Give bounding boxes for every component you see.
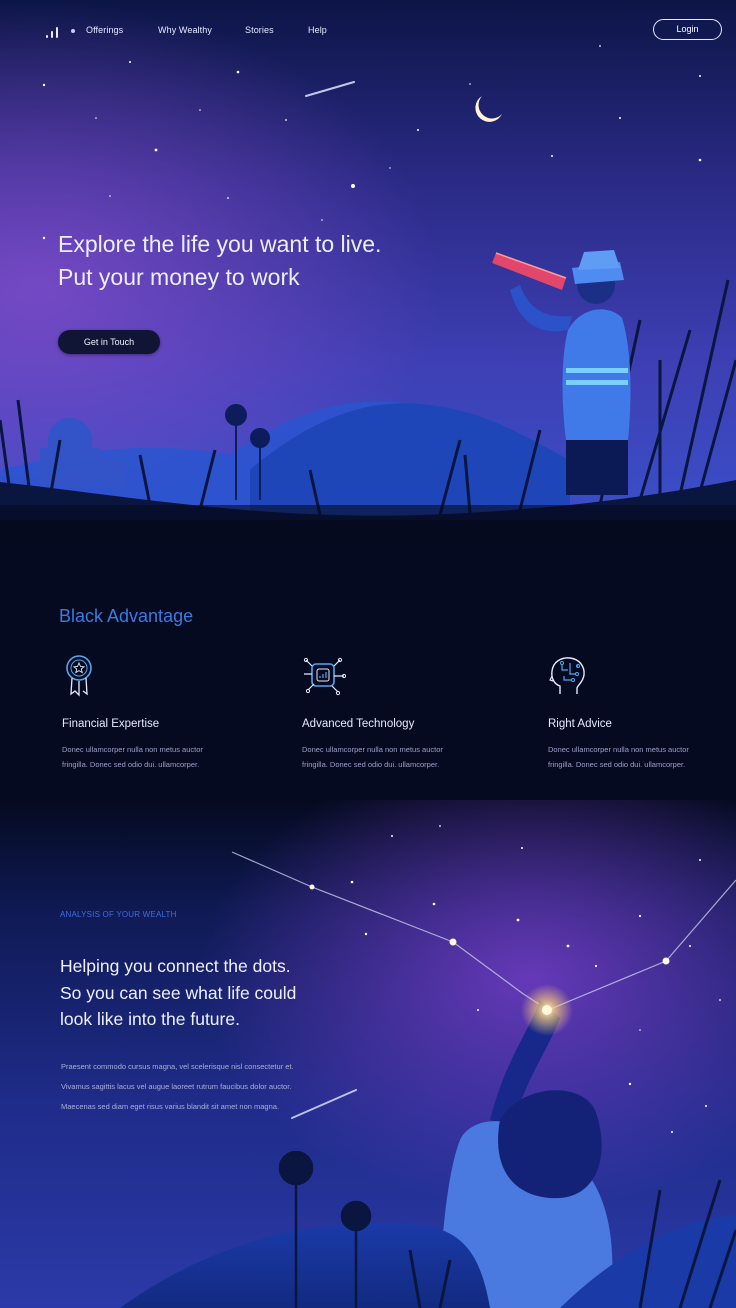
feature-title: Right Advice <box>548 718 612 730</box>
nav-link-help[interactable]: Help <box>308 25 327 35</box>
analysis-body-line: Vivamus sagittis lacus vel augue laoreet… <box>61 1082 292 1091</box>
feature-title: Advanced Technology <box>302 718 415 730</box>
feature-description: Donec ullamcorper nulla non metus auctor… <box>548 745 689 769</box>
hero-title-line: Put your money to work <box>58 264 300 290</box>
analysis-title-line: So you can see what life could <box>60 982 297 1003</box>
brain-head-icon <box>549 657 585 694</box>
analysis-body-line: Maecenas sed diam eget risus varius blan… <box>61 1102 280 1111</box>
feature-title: Financial Expertise <box>62 718 160 730</box>
analysis-title-line: Helping you connect the dots. <box>60 956 291 976</box>
login-button[interactable]: Login <box>653 19 722 40</box>
nav-separator-dot <box>71 29 75 33</box>
nav-link-offerings[interactable]: Offerings <box>86 25 123 35</box>
analysis-title: Helping you connect the dots. So you can… <box>60 953 390 1033</box>
landing-page: Offerings Why Wealthy Stories Help Login… <box>0 0 736 1308</box>
analysis-kicker: ANALYSIS OF YOUR WEALTH <box>60 910 177 919</box>
analysis-body-line: Praesent commodo cursus magna, vel scele… <box>61 1062 294 1071</box>
analysis-body: Praesent commodo cursus magna, vel scele… <box>61 1057 361 1117</box>
feature-description: Donec ullamcorper nulla non metus auctor… <box>62 745 203 769</box>
get-in-touch-button[interactable]: Get in Touch <box>58 330 160 354</box>
circuit-chip-icon <box>303 657 346 696</box>
nav-link-why-wealthy[interactable]: Why Wealthy <box>158 25 212 35</box>
hero-title: Explore the life you want to live. Put y… <box>58 228 458 294</box>
award-ribbon-icon <box>66 655 92 697</box>
logo-icon[interactable] <box>46 20 64 38</box>
advantage-section-title: Black Advantage <box>59 606 194 626</box>
analysis-title-line: look like into the future. <box>60 1009 240 1029</box>
nav-link-stories[interactable]: Stories <box>245 25 274 35</box>
top-navigation: Offerings Why Wealthy Stories Help Login <box>0 0 736 60</box>
hero-title-line: Explore the life you want to live. <box>58 231 382 257</box>
feature-description: Donec ullamcorper nulla non metus auctor… <box>302 745 443 769</box>
